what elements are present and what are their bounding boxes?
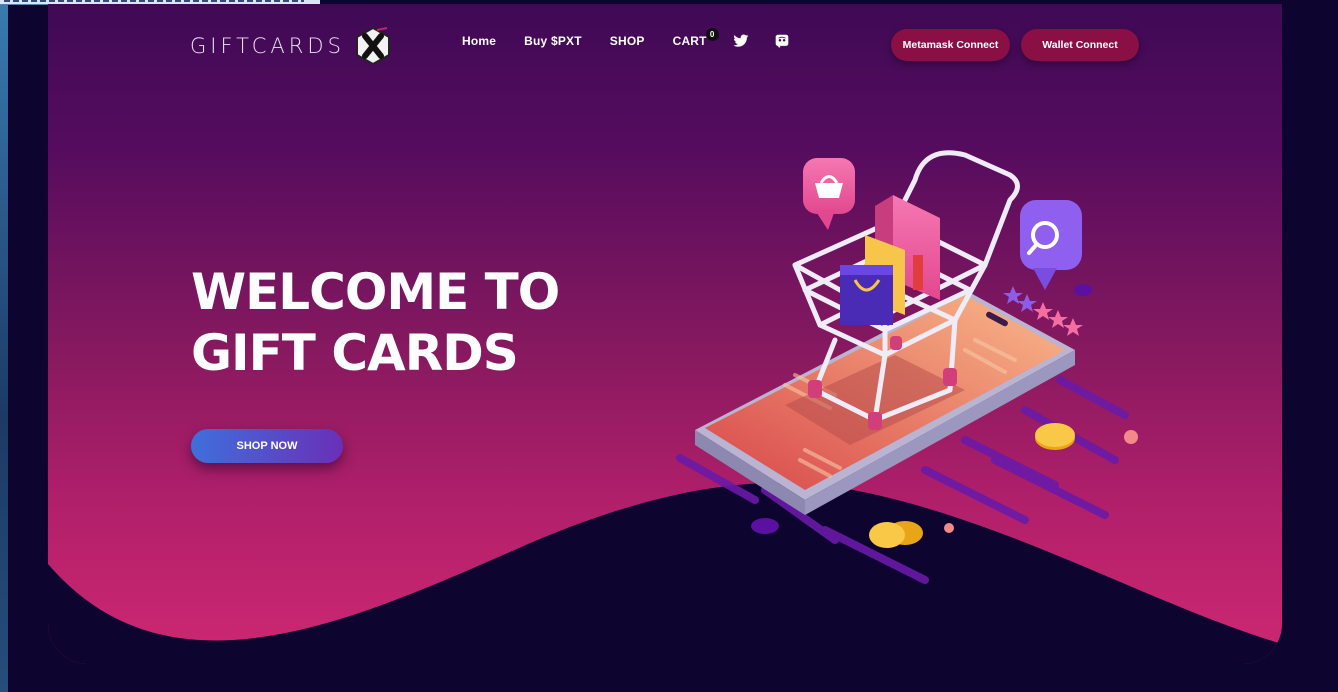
discord-icon[interactable] <box>775 34 789 48</box>
hero-title-line2: GIFT CARDS <box>191 324 519 382</box>
page: GIFTCARDS Home Buy $PXT SHOP CART 0 Meta… <box>0 0 1338 692</box>
twitter-icon[interactable] <box>733 34 749 48</box>
desktop-edge <box>0 0 8 692</box>
shop-now-button[interactable]: SHOP NOW <box>191 429 343 463</box>
cart-count-badge: 0 <box>705 28 719 41</box>
logo[interactable]: GIFTCARDS <box>190 26 393 66</box>
cart-label: CART <box>672 34 707 48</box>
wallet-connect-button[interactable]: Wallet Connect <box>1021 29 1139 61</box>
nav-buy-pxt[interactable]: Buy $PXT <box>524 34 582 48</box>
logo-x-icon <box>355 26 390 66</box>
hero-title-line1: WELCOME TO <box>191 263 560 321</box>
main-nav: Home Buy $PXT SHOP CART 0 <box>462 28 789 48</box>
nav-cart[interactable]: CART 0 <box>672 28 719 48</box>
metamask-connect-button[interactable]: Metamask Connect <box>891 29 1010 61</box>
logo-text: GIFTCARDS <box>190 34 345 58</box>
nav-home[interactable]: Home <box>462 34 496 48</box>
hero-title: WELCOME TO GIFT CARDS <box>191 262 560 384</box>
nav-shop[interactable]: SHOP <box>610 34 645 48</box>
shopping-cart-phone-illustration <box>676 150 1138 584</box>
